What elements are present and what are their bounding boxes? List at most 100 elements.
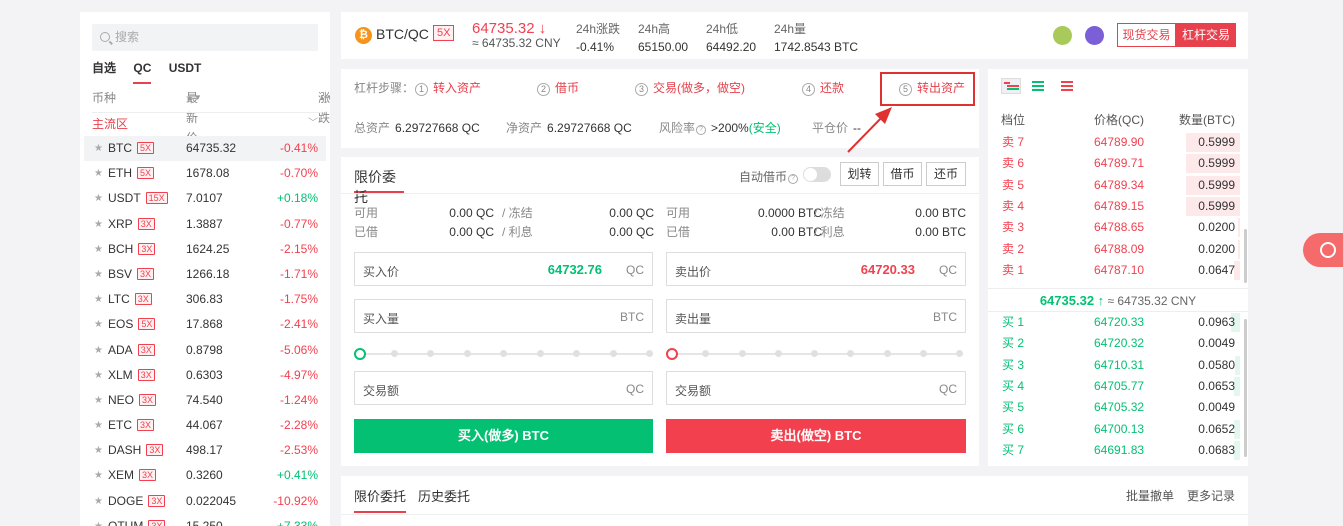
level-price: 64700.13 — [1094, 421, 1145, 436]
sell-amount-input[interactable]: 卖出量 BTC — [666, 299, 966, 333]
book-bids-view-icon[interactable] — [1030, 79, 1048, 93]
bid-row[interactable]: 买 4 64705.77 0.0653 — [988, 376, 1248, 397]
sell-amount-slider[interactable] — [666, 348, 963, 360]
star-icon[interactable]: ★ — [94, 438, 103, 463]
star-icon[interactable]: ★ — [94, 186, 103, 211]
book-asks-view-icon[interactable] — [1059, 79, 1077, 93]
level-price: 64788.65 — [1094, 220, 1145, 235]
ask-row[interactable]: 卖 1 64787.10 0.0647 — [988, 260, 1248, 281]
sell-short-button[interactable]: 卖出(做空) BTC — [666, 419, 966, 453]
tab-usdt[interactable]: USDT — [169, 59, 202, 84]
app-icon-purple[interactable] — [1085, 26, 1104, 45]
coin-price: 1.3887 — [186, 216, 223, 231]
star-icon[interactable]: ★ — [94, 212, 103, 237]
coin-row[interactable]: ★ DASH 3X 498.17 -2.53% — [84, 438, 326, 463]
star-icon[interactable]: ★ — [94, 489, 103, 514]
ask-row[interactable]: 卖 4 64789.15 0.5999 — [988, 196, 1248, 217]
spot-trading-button[interactable]: 现货交易 — [1117, 23, 1176, 47]
buy-amount-slider[interactable] — [354, 348, 653, 360]
coin-row[interactable]: ★ LTC 3X 306.83 -1.75% — [84, 287, 326, 312]
buy-amount-input[interactable]: 买入量 BTC — [354, 299, 653, 333]
star-icon[interactable]: ★ — [94, 136, 103, 161]
borrow-button[interactable]: 借币 — [883, 162, 922, 186]
leverage-badge: 3X — [139, 393, 157, 406]
tab-order-history[interactable]: 历史委托 — [418, 486, 470, 505]
margin-trading-button[interactable]: 杠杆交易 — [1176, 23, 1236, 47]
bid-scrollbar[interactable] — [1244, 319, 1247, 457]
coin-name: DOGE 3X — [108, 489, 166, 514]
coin-name: NEO 3X — [108, 388, 157, 413]
coin-row[interactable]: ★ ETH 5X 1678.08 -0.70% — [84, 161, 326, 186]
sell-total-input[interactable]: 交易额 QC — [666, 371, 966, 405]
ask-row[interactable]: 卖 5 64789.34 0.5999 — [988, 175, 1248, 196]
star-icon[interactable]: ★ — [94, 388, 103, 413]
buy-available: 可用 0.00 QC / 冻结 0.00 QC — [354, 206, 654, 220]
auto-borrow-toggle[interactable] — [803, 167, 831, 182]
book-both-view-icon[interactable] — [1001, 78, 1021, 94]
bid-row[interactable]: 买 2 64720.32 0.0049 — [988, 333, 1248, 354]
coin-row[interactable]: ★ NEO 3X 74.540 -1.24% — [84, 388, 326, 413]
star-icon[interactable]: ★ — [94, 463, 103, 488]
star-icon[interactable]: ★ — [94, 514, 103, 526]
star-icon[interactable]: ★ — [94, 262, 103, 287]
repay-button[interactable]: 还币 — [926, 162, 966, 186]
step-borrow[interactable]: 2 借币 — [537, 81, 579, 96]
cancel-all-button[interactable]: 批量撤单 — [1126, 487, 1174, 504]
coin-row[interactable]: ★ BTC 5X 64735.32 -0.41% — [84, 136, 326, 162]
search-input[interactable]: 搜索 — [92, 24, 318, 51]
coin-name: BTC 5X — [108, 136, 155, 161]
star-icon[interactable]: ★ — [94, 237, 103, 262]
star-icon[interactable]: ★ — [94, 338, 103, 363]
ask-row[interactable]: 卖 2 64788.09 0.0200 — [988, 239, 1248, 260]
total-assets: 总资产 6.29727668 QC — [354, 121, 480, 135]
coin-row[interactable]: ★ EOS 5X 17.868 -2.41% — [84, 312, 326, 337]
leverage-badge: 3X — [138, 242, 156, 255]
coin-row[interactable]: ★ ETC 3X 44.067 -2.28% — [84, 413, 326, 438]
leverage-badge: 15X — [145, 192, 168, 205]
slider-step — [883, 350, 891, 357]
coin-row[interactable]: ★ XLM 3X 0.6303 -4.97% — [84, 363, 326, 388]
bid-row[interactable]: 买 3 64710.31 0.0580 — [988, 355, 1248, 376]
sort-icon: ▲▼ — [318, 93, 330, 102]
star-icon[interactable]: ★ — [94, 312, 103, 337]
leverage-badge: 3X — [139, 469, 157, 482]
customer-service-button[interactable] — [1303, 233, 1343, 267]
coin-row[interactable]: ★ ADA 3X 0.8798 -5.06% — [84, 338, 326, 363]
step-repay[interactable]: 4 还款 — [802, 81, 844, 96]
tab-qc[interactable]: QC — [133, 59, 152, 84]
star-icon[interactable]: ★ — [94, 413, 103, 438]
transfer-button[interactable]: 划转 — [840, 162, 879, 186]
bid-row[interactable]: 买 6 64700.13 0.0652 — [988, 419, 1248, 440]
ask-scrollbar[interactable] — [1244, 229, 1247, 283]
ask-row[interactable]: 卖 3 64788.65 0.0200 — [988, 217, 1248, 238]
zone-header-mainstream[interactable]: 主流区 ﹀ — [92, 112, 322, 134]
coin-row[interactable]: ★ BSV 3X 1266.18 -1.71% — [84, 262, 326, 287]
step-transfer-in[interactable]: 1 转入资产 — [415, 81, 481, 96]
bid-row[interactable]: 买 5 64705.32 0.0049 — [988, 397, 1248, 418]
ask-row[interactable]: 卖 7 64789.90 0.5999 — [988, 132, 1248, 153]
tab-favorites[interactable]: 自选 — [92, 59, 116, 84]
coin-row[interactable]: ★ XRP 3X 1.3887 -0.77% — [84, 212, 326, 237]
ask-row[interactable]: 卖 6 64789.71 0.5999 — [988, 153, 1248, 174]
bid-row[interactable]: 买 7 64691.83 0.0683 — [988, 440, 1248, 461]
bid-row[interactable]: 买 1 64720.33 0.0963 — [988, 312, 1248, 333]
app-icon-green[interactable] — [1053, 26, 1072, 45]
star-icon[interactable]: ★ — [94, 161, 103, 186]
coin-row[interactable]: ★ XEM 3X 0.3260 +0.41% — [84, 463, 326, 488]
tab-limit-order[interactable]: 限价委托 — [354, 167, 404, 205]
buy-price-input[interactable]: 买入价 64732.76 QC — [354, 252, 653, 286]
slider-step — [847, 350, 855, 357]
more-records-link[interactable]: 更多记录 — [1187, 487, 1235, 504]
coin-row[interactable]: ★ BCH 3X 1624.25 -2.15% — [84, 237, 326, 262]
coin-row[interactable]: ★ QTUM3X 15.250 +7.33% — [84, 514, 326, 526]
coin-change: -0.77% — [279, 216, 318, 231]
star-icon[interactable]: ★ — [94, 363, 103, 388]
tab-open-orders[interactable]: 限价委托 — [354, 486, 407, 513]
sell-price-input[interactable]: 卖出价 64720.33 QC — [666, 252, 966, 286]
step-trade[interactable]: 3 交易(做多，做空) — [635, 81, 745, 96]
coin-row[interactable]: ★ DOGE 3X 0.022045 -10.92% — [84, 489, 326, 514]
star-icon[interactable]: ★ — [94, 287, 103, 312]
buy-long-button[interactable]: 买入(做多) BTC — [354, 419, 653, 453]
buy-total-input[interactable]: 交易额 QC — [354, 371, 653, 405]
coin-row[interactable]: ★ USDT 15X 7.0107 +0.18% — [84, 186, 326, 211]
